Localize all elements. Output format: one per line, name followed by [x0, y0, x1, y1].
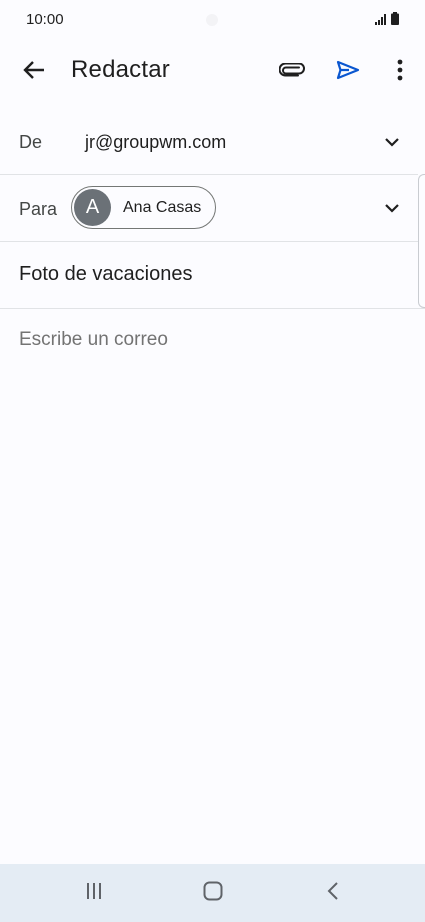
- status-bar: 10:00: [0, 0, 425, 40]
- body-placeholder: Escribe un correo: [19, 329, 168, 350]
- from-row[interactable]: De jr@groupwm.com: [0, 108, 418, 174]
- status-icons: [375, 12, 399, 30]
- signal-icon: [375, 12, 387, 30]
- system-nav-bar: [0, 864, 425, 922]
- battery-icon: [391, 12, 399, 30]
- front-camera-cutout: [206, 14, 218, 26]
- chevron-down-icon[interactable]: [380, 196, 404, 220]
- subject-field[interactable]: Foto de vacaciones: [19, 263, 192, 286]
- from-label: De: [19, 132, 43, 152]
- scrollbar[interactable]: [418, 174, 425, 308]
- subject-row[interactable]: Foto de vacaciones: [0, 242, 418, 308]
- home-icon: [203, 881, 223, 906]
- recents-icon: [85, 882, 103, 905]
- more-options-button[interactable]: [380, 52, 420, 92]
- to-row[interactable]: Para A Ana Casas: [0, 175, 418, 241]
- from-address[interactable]: jr@groupwm.com: [85, 132, 226, 153]
- home-button[interactable]: [193, 878, 233, 908]
- page-title: Redactar: [71, 56, 170, 83]
- body-field[interactable]: Escribe un correo: [0, 309, 418, 369]
- recipient-name: Ana Casas: [123, 198, 202, 216]
- back-button[interactable]: [14, 52, 54, 92]
- recipient-chip[interactable]: A Ana Casas: [71, 186, 216, 229]
- paperclip-icon: [278, 62, 305, 82]
- recents-button[interactable]: [74, 878, 114, 908]
- chevron-down-icon[interactable]: [380, 130, 404, 154]
- status-time: 10:00: [26, 11, 64, 28]
- more-vert-icon: [397, 59, 403, 86]
- send-icon: [336, 60, 360, 85]
- system-back-button[interactable]: [313, 878, 353, 908]
- app-bar: Redactar: [0, 40, 425, 102]
- avatar: A: [74, 189, 111, 226]
- arrow-back-icon: [23, 60, 45, 85]
- send-button[interactable]: [328, 52, 368, 92]
- attach-button[interactable]: [272, 52, 312, 92]
- to-label: Para: [19, 199, 58, 219]
- chevron-left-icon: [327, 881, 339, 906]
